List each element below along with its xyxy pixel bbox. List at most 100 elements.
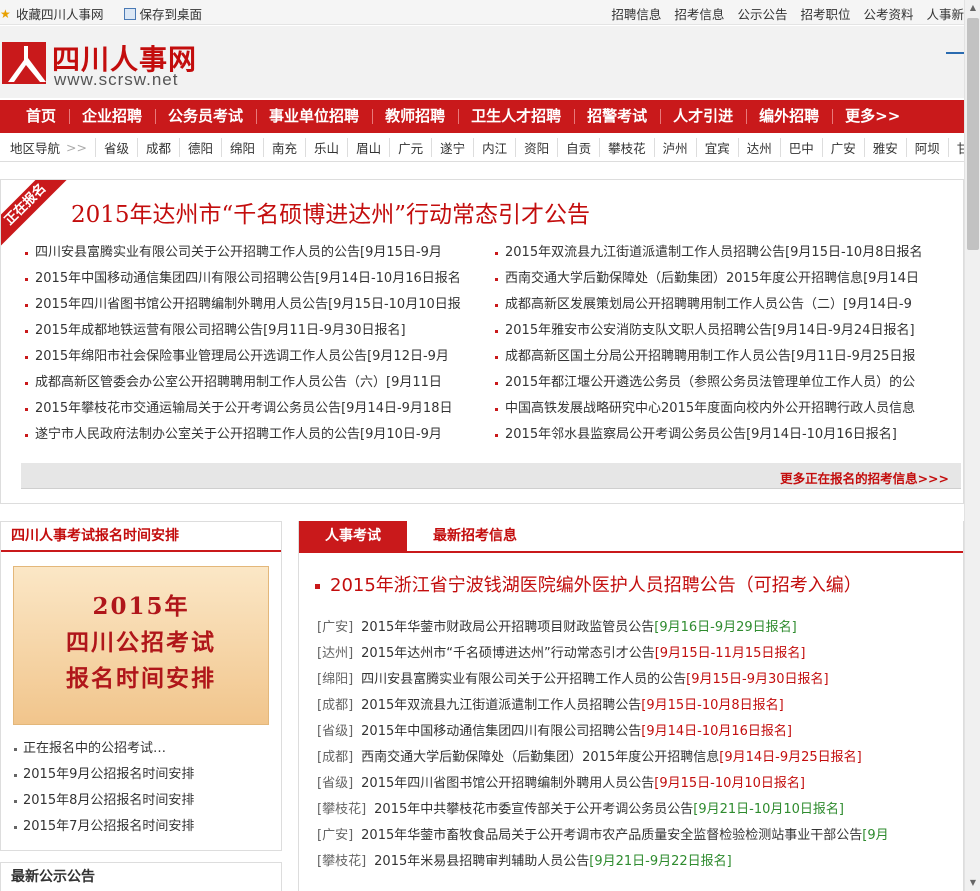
list-item[interactable]: 遂宁市人民政府法制办公室关于公开招聘工作人员的公告[9月10日-9月 [23, 422, 475, 448]
favorite-link[interactable]: ★ 收藏四川人事网 [0, 4, 104, 23]
region-item[interactable]: 阿坝 [905, 138, 948, 157]
top-link-exam[interactable]: 招考信息 [674, 4, 724, 23]
region-item[interactable]: 成都 [136, 138, 179, 157]
feature-headline[interactable]: 2015年达州市“千名硕博进达州”行动常态引才公告 [71, 195, 590, 229]
region-nav-label: 地区导航 [10, 141, 61, 156]
scroll-up-arrow-icon[interactable]: ▲ [965, 0, 980, 16]
nav-health[interactable]: 卫生人才招聘 [458, 100, 574, 133]
list-item[interactable]: [达州] 2015年达州市“千名硕博进达州”行动常态引才公告[9月15日-11月1… [317, 641, 957, 667]
banner-line: 报名时间安排 [66, 665, 216, 692]
top-link-notice[interactable]: 公示公告 [737, 4, 787, 23]
region-item[interactable]: 眉山 [347, 138, 389, 157]
item-title: 四川安县富腾实业有限公司关于公开招聘工作人员的公告 [361, 672, 687, 687]
list-item[interactable]: [攀枝花] 2015年米易县招聘审判辅助人员公告[9月21日-9月22日报名] [317, 849, 957, 875]
list-item[interactable]: 2015年绵阳市社会保险事业管理局公开选调工作人员公告[9月12日-9月 [23, 344, 475, 370]
region-item[interactable]: 甘孜 [947, 138, 964, 157]
save-desktop-link[interactable]: 保存到桌面 [123, 4, 202, 23]
nav-civil-service[interactable]: 公务员考试 [155, 100, 256, 133]
item-title: 2015年中国移动通信集团四川有限公司招聘公告 [361, 724, 642, 739]
region-item[interactable]: 自贡 [557, 138, 599, 157]
region-item[interactable]: 内江 [473, 138, 515, 157]
feature-list-left: 四川安县富腾实业有限公司关于公开招聘工作人员的公告[9月15日-9月 2015年… [23, 240, 475, 448]
list-item[interactable]: 2015年成都地铁运营有限公司招聘公告[9月11日-9月30日报名] [23, 318, 475, 344]
list-item[interactable]: [绵阳] 四川安县富腾实业有限公司关于公开招聘工作人员的公告[9月15日-9月30… [317, 667, 957, 693]
list-item[interactable]: [成都] 西南交通大学后勤保障处（后勤集团）2015年度公开招聘信息[9月14日-… [317, 745, 957, 771]
tab-personnel-exam[interactable]: 人事考试 [299, 521, 407, 551]
list-item[interactable]: 2015年8月公招报名时间安排 [13, 788, 194, 814]
list-item[interactable]: 成都高新区国土分局公开招聘聘用制工作人员公告[9月11日-9月25日报 [493, 344, 940, 370]
list-item[interactable]: 成都高新区发展策划局公开招聘聘用制工作人员公告（二）[9月14日-9 [493, 292, 940, 318]
list-item[interactable]: 2015年都江堰公开遴选公务员（参照公务员法管理单位工作人员）的公 [493, 370, 940, 396]
region-item[interactable]: 达州 [737, 138, 780, 157]
list-item[interactable]: 2015年9月公招报名时间安排 [13, 762, 194, 788]
item-title: 2015年华蓥市财政局公开招聘项目财政监管员公告 [361, 620, 655, 635]
region-tag: [广安] [317, 828, 354, 843]
region-tag: [广安] [317, 620, 354, 635]
nav-home[interactable]: 首页 [0, 100, 69, 133]
top-link-materials[interactable]: 公考资料 [863, 4, 913, 23]
top-link-positions[interactable]: 招考职位 [800, 4, 850, 23]
list-item[interactable]: 2015年中国移动通信集团四川有限公司招聘公告[9月14日-10月16日报名 [23, 266, 475, 292]
region-item[interactable]: 巴中 [779, 138, 822, 157]
item-title: 2015年米易县招聘审判辅助人员公告 [374, 854, 590, 869]
list-item[interactable]: [攀枝花] 2015年中共攀枝花市委宣传部关于公开考调公务员公告[9月21日-10… [317, 797, 957, 823]
scrollbar-thumb[interactable] [967, 18, 979, 250]
list-item[interactable]: [广安] 2015年华蓥市财政局公开招聘项目财政监管员公告[9月16日-9月29日… [317, 615, 957, 641]
banner-line: 四川公招考试 [66, 629, 216, 656]
date-range: [9月15日-11月15日报名] [654, 646, 806, 661]
list-item[interactable]: [成都] 2015年双流县九江街道派遣制工作人员招聘公告[9月15日-10月8日报… [317, 693, 957, 719]
item-title: 2015年四川省图书馆公开招聘编制外聘用人员公告 [361, 776, 655, 791]
nav-enterprise[interactable]: 企业招聘 [69, 100, 155, 133]
list-item[interactable]: [省级] 2015年四川省图书馆公开招聘编制外聘用人员公告[9月15日-10月10… [317, 771, 957, 797]
schedule-banner[interactable]: 2015年 四川公招考试 报名时间安排 [13, 566, 269, 725]
more-registering-link[interactable]: 更多正在报名的招考信息>>> [780, 468, 949, 487]
region-item[interactable]: 雅安 [863, 138, 906, 157]
list-item[interactable]: 中国高铁发展战略研究中心2015年度面向校内外公开招聘行政人员信息 [493, 396, 940, 422]
nav-police[interactable]: 招警考试 [574, 100, 660, 133]
sidebar-heading: 四川人事考试报名时间安排 [1, 522, 281, 552]
site-url: www.scrsw.net [54, 70, 179, 89]
nav-public-institution[interactable]: 事业单位招聘 [256, 100, 372, 133]
region-item[interactable]: 省级 [94, 138, 137, 157]
top-link-news[interactable]: 人事新 [926, 4, 964, 23]
region-item[interactable]: 泸州 [653, 138, 696, 157]
nav-talent[interactable]: 人才引进 [660, 100, 746, 133]
list-item[interactable]: 四川安县富腾实业有限公司关于公开招聘工作人员的公告[9月15日-9月 [23, 240, 475, 266]
vertical-scrollbar[interactable]: ▲ ▼ [964, 0, 980, 891]
nav-outsourced[interactable]: 编外招聘 [746, 100, 832, 133]
list-item[interactable]: [省级] 2015年中国移动通信集团四川有限公司招聘公告[9月14日-10月16日… [317, 719, 957, 745]
main-headline[interactable]: 2015年浙江省宁波钱湖医院编外医护人员招聘公告（可招考入编） [315, 571, 862, 597]
nav-teacher[interactable]: 教师招聘 [372, 100, 458, 133]
region-item[interactable]: 遂宁 [431, 138, 473, 157]
region-item[interactable]: 宜宾 [695, 138, 738, 157]
region-item[interactable]: 乐山 [305, 138, 347, 157]
main-nav: 首页 企业招聘 公务员考试 事业单位招聘 教师招聘 卫生人才招聘 招警考试 人才… [0, 100, 964, 133]
scroll-down-arrow-icon[interactable]: ▼ [965, 875, 980, 891]
list-item[interactable]: 2015年7月公招报名时间安排 [13, 814, 194, 840]
region-item[interactable]: 广元 [389, 138, 431, 157]
item-title: 2015年华蓥市畜牧食品局关于公开考调市农产品质量安全监督检验检测站事业干部公告 [361, 828, 863, 843]
logo-icon[interactable] [0, 40, 48, 86]
list-item[interactable]: 2015年四川省图书馆公开招聘编制外聘用人员公告[9月15日-10月10日报 [23, 292, 475, 318]
latest-notice-sidebar: 最新公示公告 [0, 862, 282, 891]
tab-latest-recruit[interactable]: 最新招考信息 [407, 521, 543, 551]
feature-list-right: 2015年双流县九江街道派遣制工作人员招聘公告[9月15日-10月8日报名 西南… [493, 240, 940, 448]
region-item[interactable]: 南充 [263, 138, 305, 157]
top-link-recruit[interactable]: 招聘信息 [611, 4, 661, 23]
list-item[interactable]: [广安] 2015年华蓥市畜牧食品局关于公开考调市农产品质量安全监督检验检测站事业… [317, 823, 957, 849]
list-item[interactable]: 成都高新区管委会办公室公开招聘聘用制工作人员公告（六）[9月11日 [23, 370, 475, 396]
region-item[interactable]: 广安 [821, 138, 864, 157]
exam-schedule-sidebar: 四川人事考试报名时间安排 2015年 四川公招考试 报名时间安排 正在报名中的公… [0, 521, 282, 851]
list-item[interactable]: 2015年双流县九江街道派遣制工作人员招聘公告[9月15日-10月8日报名 [493, 240, 940, 266]
list-item[interactable]: 西南交通大学后勤保障处（后勤集团）2015年度公开招聘信息[9月14日 [493, 266, 940, 292]
item-title: 西南交通大学后勤保障处（后勤集团）2015年度公开招聘信息 [361, 750, 720, 765]
nav-more[interactable]: 更多>> [832, 100, 913, 133]
list-item[interactable]: 正在报名中的公招考试… [13, 736, 194, 762]
region-item[interactable]: 资阳 [515, 138, 557, 157]
list-item[interactable]: 2015年邻水县监察局公开考调公务员公告[9月14日-10月16日报名] [493, 422, 940, 448]
region-item[interactable]: 绵阳 [221, 138, 263, 157]
list-item[interactable]: 2015年攀枝花市交通运输局关于公开考调公务员公告[9月14日-9月18日 [23, 396, 475, 422]
list-item[interactable]: 2015年雅安市公安消防支队文职人员招聘公告[9月14日-9月24日报名] [493, 318, 940, 344]
region-item[interactable]: 德阳 [179, 138, 221, 157]
region-item[interactable]: 攀枝花 [599, 138, 654, 157]
